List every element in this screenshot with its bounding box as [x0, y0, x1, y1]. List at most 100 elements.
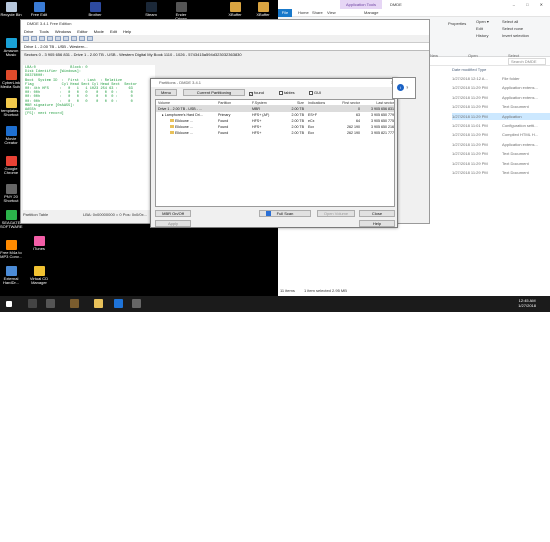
desktop-icon[interactable]: External HardDr...	[0, 266, 22, 286]
invert-selection-button[interactable]: Invert selection	[502, 33, 529, 38]
file-row[interactable]: 1/27/2018 11:29 PM Text Document	[452, 150, 550, 157]
select-none-button[interactable]: Select none	[502, 26, 523, 31]
desktop-icon-label: Google Chrome	[3, 166, 19, 176]
apply-button[interactable]: Apply	[155, 220, 191, 227]
close-button[interactable]: Close	[359, 210, 395, 217]
desktop-icon[interactable]: Recycle Bin	[0, 2, 22, 17]
toolbar-forward-icon[interactable]	[31, 36, 37, 41]
file-row[interactable]: 1/27/2018 12:12 A... File folder	[452, 75, 550, 82]
menu-mode[interactable]: Mode	[94, 29, 104, 34]
file-type: Application extens...	[502, 94, 538, 100]
desktop-icon[interactable]: Free Edit	[28, 2, 50, 17]
toolbar-partitions-icon[interactable]	[79, 36, 85, 41]
desktop-screen: Recycle BinFree EditBrotherSteamEnder Cr…	[0, 0, 550, 312]
open-button[interactable]: Open ▾	[476, 19, 489, 24]
clock[interactable]: 12:45 AM 1/27/2018	[518, 298, 536, 308]
desktop-icon[interactable]: Free M4a to MP3 Conv...	[0, 240, 22, 260]
tables-checkbox[interactable]: tables	[279, 90, 295, 95]
file-row[interactable]: 1/27/2018 11:29 PM Text Document	[452, 160, 550, 167]
desktop-icon[interactable]: PNY 20 Shortcut	[0, 184, 22, 204]
tab-share[interactable]: Share	[312, 9, 323, 17]
tab-home[interactable]: Home	[298, 9, 309, 17]
toolbar-hex-icon[interactable]	[63, 36, 69, 41]
window-controls[interactable]: – □ ✕	[513, 0, 548, 9]
help-button[interactable]: Help	[359, 220, 395, 227]
file-row[interactable]: 1/27/2018 11:29 PM Application extens...	[452, 84, 550, 91]
found-checkbox[interactable]: ✓found	[249, 90, 264, 96]
app-icon	[5, 98, 17, 108]
file-explorer-icon[interactable]	[94, 299, 103, 308]
desktop-icon[interactable]: XBuffer	[252, 2, 274, 17]
menu-tools[interactable]: Tools	[39, 29, 48, 34]
desktop-icon[interactable]: Amazon Music	[0, 38, 22, 58]
menu-drive[interactable]: Drive	[24, 29, 33, 34]
file-row[interactable]: 1/27/2018 11:29 PM Compiled HTML H...	[452, 131, 550, 138]
found-label: found	[254, 90, 265, 95]
search-icon[interactable]	[28, 299, 37, 308]
menu-button[interactable]: Menu	[155, 89, 177, 96]
toolbar-find-icon[interactable]	[55, 36, 61, 41]
select-all-button[interactable]: Select all	[502, 19, 518, 24]
tab-application-tools[interactable]: Application Tools	[340, 0, 382, 9]
app-taskbar-icon[interactable]	[70, 299, 79, 308]
desktop-icon[interactable]: Brother	[84, 2, 106, 17]
file-row[interactable]: 1/27/2018 11:29 PM Application extens...	[452, 94, 550, 101]
edge-icon[interactable]	[114, 299, 123, 308]
help-popover[interactable]: i ?	[392, 77, 416, 99]
menu-edit[interactable]: Edit	[110, 29, 117, 34]
file-row[interactable]: 1/27/2018 11:29 PM Text Document	[452, 103, 550, 110]
desktop-icon[interactable]: Virtual CD Manager	[28, 266, 50, 286]
full-scan-label: Full Scan	[276, 211, 294, 216]
file-list-header[interactable]: Date modified Type	[452, 66, 550, 74]
partition-cell-fs: HFS+	[252, 131, 262, 135]
tab-view[interactable]: View	[327, 9, 336, 17]
properties-button[interactable]: Properties	[448, 21, 466, 26]
toolbar-text-icon[interactable]	[71, 36, 77, 41]
desktop-icon[interactable]: Steam	[140, 2, 162, 17]
desktop-icon[interactable]: CyberLink Media Suite	[0, 70, 22, 90]
desktop-icon[interactable]: templates - Shortcut	[0, 98, 22, 118]
desktop-icon[interactable]: iTunes	[28, 236, 50, 251]
start-icon[interactable]	[6, 301, 12, 307]
file-type: Application extens...	[502, 141, 538, 147]
partition-row[interactable]: Elkloune ... Found HFS+ 2.00 TB Ecx 262 190 3 …	[156, 130, 394, 136]
app-icon	[5, 266, 17, 276]
tables-checkbox-box	[279, 91, 283, 95]
desktop-icon[interactable]: SEAGATE SOFTWARE	[0, 210, 23, 230]
open-volume-button[interactable]: Open Volume	[317, 210, 355, 217]
toolbar-open-icon[interactable]	[39, 36, 45, 41]
gui-checkbox[interactable]: GUI	[309, 90, 321, 95]
file-row[interactable]: 1/27/2018 11:01 PM Configuration setti...	[452, 122, 550, 129]
toolbar-back-icon[interactable]	[23, 36, 29, 41]
status-item-count: 11 items	[280, 288, 295, 293]
full-scan-button[interactable]: Full Scan	[259, 210, 311, 217]
app-icon	[89, 2, 101, 12]
app-icon	[175, 2, 187, 12]
gui-checkbox-box	[309, 91, 313, 95]
menu-windows[interactable]: Windows	[55, 29, 71, 34]
desktop-icon-label: Amazon Music	[3, 48, 19, 58]
file-date: 1/27/2018 11:29 PM	[452, 132, 488, 138]
dmde-taskbar-icon[interactable]	[132, 299, 141, 308]
tab-manage[interactable]: Manage	[364, 9, 378, 17]
status-bar: 11 items 1 item selected 2.95 MB	[278, 285, 550, 296]
task-view-icon[interactable]	[46, 299, 55, 308]
toolbar-save-icon[interactable]	[47, 36, 53, 41]
mbr-onoff-button[interactable]: MBR On/Off	[155, 210, 191, 217]
current-partitioning-button[interactable]: Current Partitioning	[183, 89, 245, 96]
app-icon	[5, 2, 17, 12]
history-button[interactable]: History	[476, 33, 488, 38]
drive-tab[interactable]: Drive 1 - 2.00 TB - USB - Western...	[21, 43, 429, 51]
tab-file[interactable]: File	[278, 9, 292, 17]
search-input[interactable]: Search DMDE	[508, 58, 546, 65]
file-row[interactable]: 1/27/2018 11:29 PM Application	[452, 112, 550, 120]
file-row[interactable]: 1/27/2018 11:29 PM Text Document	[452, 169, 550, 176]
desktop-icon[interactable]: Google Chrome	[0, 156, 22, 176]
desktop-icon[interactable]: XBuffer	[224, 2, 246, 17]
menu-help[interactable]: Help	[123, 29, 131, 34]
file-row[interactable]: 1/27/2018 11:29 PM Application extens...	[452, 141, 550, 148]
menu-editor[interactable]: Editor	[77, 29, 87, 34]
desktop-icon[interactable]: Movie Creator	[0, 126, 22, 146]
toolbar-help-icon[interactable]	[87, 36, 93, 41]
edit-button[interactable]: Edit	[476, 26, 483, 31]
